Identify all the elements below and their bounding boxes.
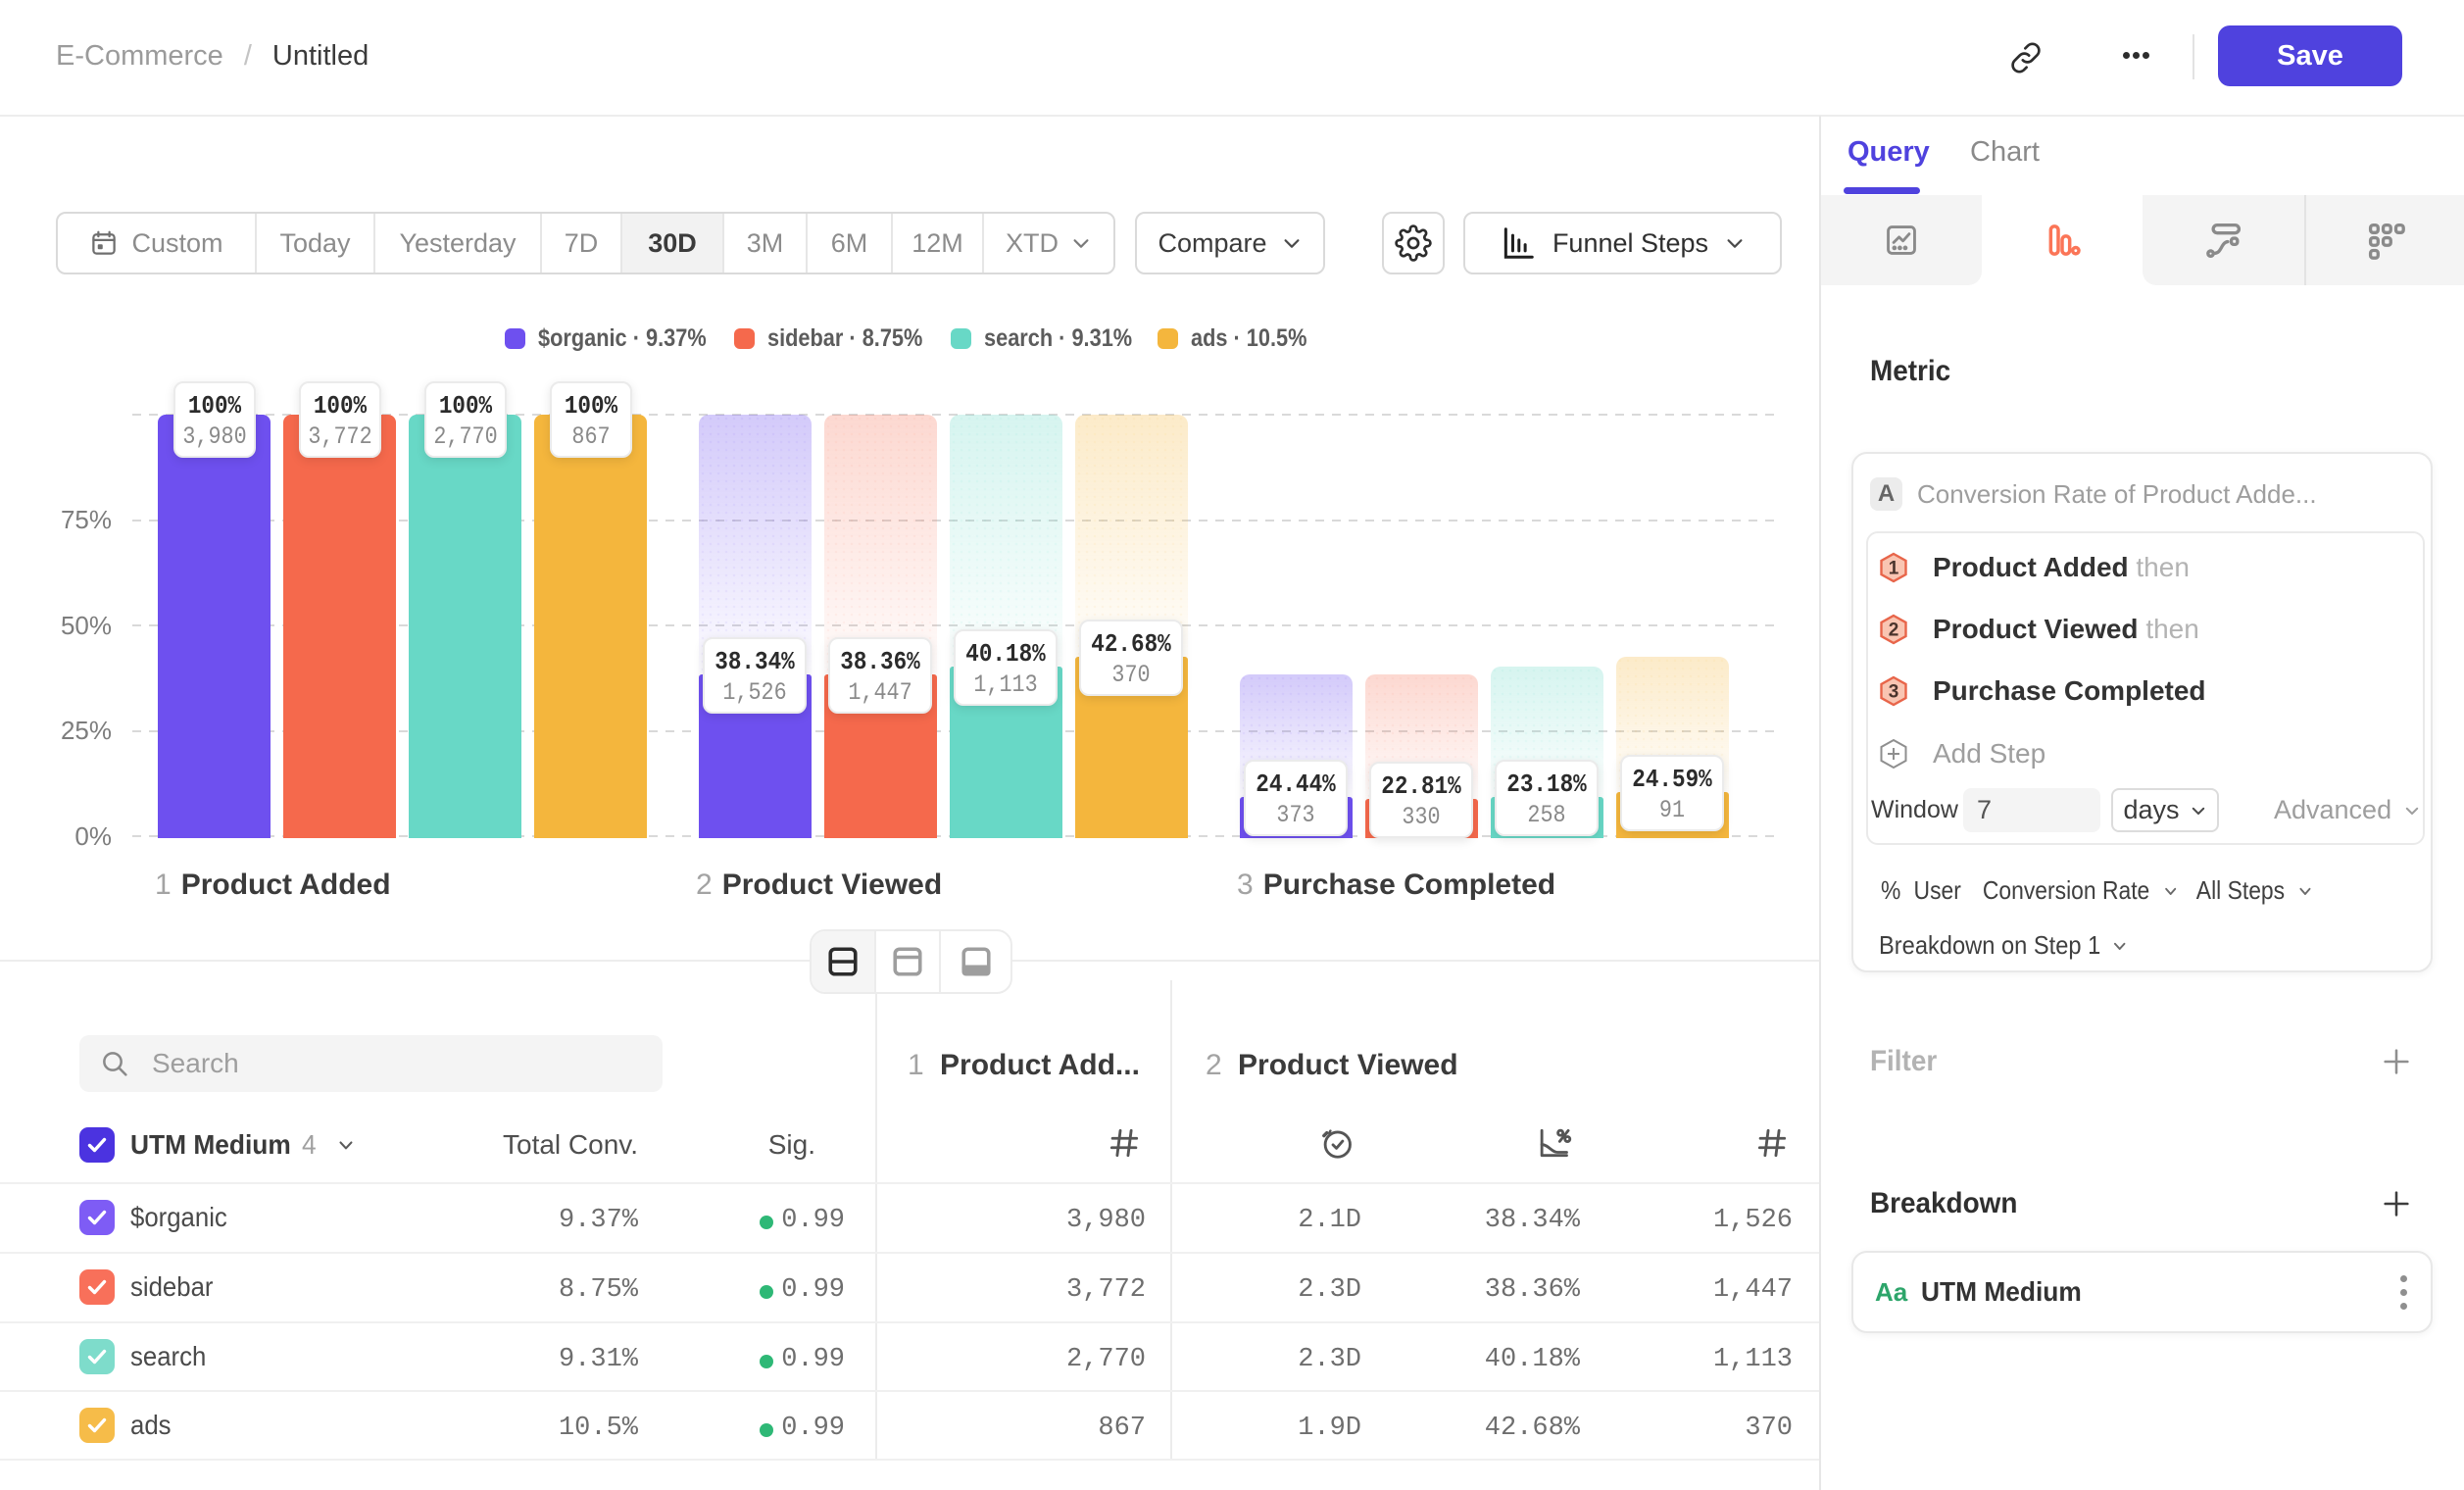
svg-text:2: 2 [1889, 621, 1899, 641]
svg-text:1: 1 [1889, 559, 1899, 579]
svg-text:3: 3 [1889, 682, 1899, 703]
